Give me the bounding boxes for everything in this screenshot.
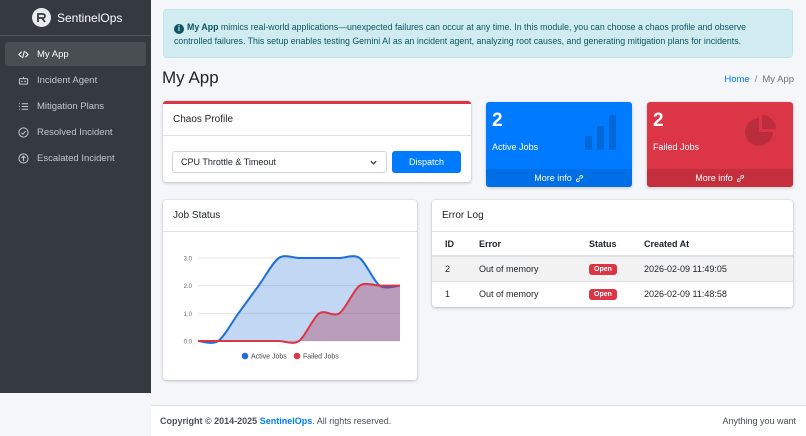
breadcrumb-current: My App: [762, 74, 794, 85]
check-circle-icon: [18, 126, 29, 138]
pie-chart-icon: [745, 115, 776, 146]
more-info-label: More info: [695, 173, 733, 183]
info-icon: i: [174, 24, 184, 34]
dispatch-button[interactable]: Dispatch: [392, 151, 461, 173]
failed-jobs-more-info-link[interactable]: More info: [647, 169, 793, 187]
cell-error: Out of memory: [466, 280, 576, 306]
legend-marker-active-jobs: [241, 352, 249, 360]
y-tick-label: 3.0: [184, 257, 193, 263]
brand-name: SentinelOps: [57, 10, 123, 25]
link-icon: [736, 174, 744, 182]
footer-copyright-text: Copyright © 2014-2025: [160, 416, 258, 426]
sidebar-item-mitigation-plans[interactable]: Mitigation Plans: [5, 94, 146, 118]
column-header-error: Error: [466, 232, 576, 257]
sidebar-item-label: Mitigation Plans: [37, 100, 105, 112]
column-header-status: Status: [576, 232, 631, 257]
breadcrumb-separator: /: [754, 74, 758, 85]
sidebar: SentinelOps My App Incident Agent Mitiga…: [0, 0, 151, 393]
footer: Copyright © 2014-2025 SentinelOps. All r…: [151, 405, 806, 436]
y-tick-label: 1.0: [184, 312, 193, 318]
table-row[interactable]: 2 Out of memory Open 2026-02-09 11:49:05: [432, 255, 793, 281]
cell-created-at: 2026-02-09 11:48:58: [631, 280, 793, 306]
error-log-table: ID Error Status Created At 2 Out of memo…: [432, 232, 793, 306]
job-status-title: Job Status: [163, 200, 417, 232]
legend-marker-failed-jobs: [293, 352, 301, 360]
y-tick-label: 2.0: [184, 284, 193, 290]
cell-id: 1: [432, 280, 466, 306]
sidebar-item-resolved-incident[interactable]: Resolved Incident: [5, 120, 146, 144]
arrow-up-circle-icon: [18, 152, 29, 164]
error-log-card: Error Log ID Error Status Created At 2 O…: [432, 200, 793, 307]
failed-jobs-box: 2 Failed Jobs More info: [647, 102, 793, 187]
chaos-profile-selected: CPU Throttle & Timeout: [181, 157, 276, 167]
y-tick-label: 0.0: [184, 340, 193, 346]
cell-id: 2: [432, 255, 466, 281]
active-jobs-count: 2: [492, 110, 503, 131]
footer-copyright: Copyright © 2014-2025 SentinelOps. All r…: [160, 416, 391, 426]
page-title: My App: [162, 68, 219, 87]
chaos-profile-card: Chaos Profile CPU Throttle & Timeout Dis…: [163, 101, 471, 182]
bar-chart-icon: [585, 115, 616, 150]
link-icon: [575, 174, 583, 182]
breadcrumb-home-link[interactable]: Home: [724, 74, 749, 85]
sidebar-item-label: My App: [37, 48, 69, 60]
brand[interactable]: SentinelOps: [0, 0, 151, 36]
sidebar-item-escalated-incident[interactable]: Escalated Incident: [5, 146, 146, 170]
brand-logo-icon: [32, 8, 51, 27]
sidebar-nav: My App Incident Agent Mitigation Plans R…: [0, 36, 151, 178]
alert-strong: My App: [187, 22, 219, 32]
list-icon: [18, 102, 29, 110]
alert-text: mimics real-world applications—unexpecte…: [174, 22, 747, 46]
info-alert: i My App mimics real-world applications—u…: [163, 9, 793, 58]
breadcrumb: Home / My App: [724, 74, 794, 85]
footer-brand-link[interactable]: SentinelOps: [260, 416, 313, 426]
failed-jobs-label: Failed Jobs: [653, 142, 700, 152]
column-header-id: ID: [432, 232, 466, 257]
chaos-profile-title: Chaos Profile: [163, 104, 471, 136]
sidebar-item-label: Resolved Incident: [37, 126, 113, 138]
column-header-created-at: Created At: [631, 232, 793, 257]
chevron-down-icon: [370, 160, 377, 165]
cell-created-at: 2026-02-09 11:49:05: [631, 255, 793, 281]
chaos-profile-select[interactable]: CPU Throttle & Timeout: [172, 151, 387, 173]
sidebar-item-label: Incident Agent: [37, 74, 98, 86]
cell-status: Open: [576, 280, 631, 306]
active-jobs-label: Active Jobs: [492, 142, 539, 152]
robot-icon: [18, 76, 29, 85]
job-status-chart: 0.0 1.0 2.0 3.0 Active Jobs Failed Jobs: [184, 255, 401, 361]
code-icon: [18, 50, 29, 58]
active-jobs-more-info-link[interactable]: More info: [486, 169, 632, 187]
cell-status: Open: [576, 255, 631, 281]
sidebar-item-my-app[interactable]: My App: [5, 42, 146, 66]
sidebar-item-label: Escalated Incident: [37, 152, 115, 164]
job-status-card: Job Status 0.0 1.0 2.0 3.0 Active Jobs Failed…: [163, 200, 417, 380]
sidebar-item-incident-agent[interactable]: Incident Agent: [5, 68, 146, 92]
active-jobs-box: 2 Active Jobs More info: [486, 102, 632, 187]
more-info-label: More info: [534, 173, 572, 183]
legend-label-active-jobs[interactable]: Active Jobs: [251, 354, 287, 361]
status-badge: Open: [589, 263, 617, 275]
failed-jobs-count: 2: [653, 110, 664, 131]
status-badge: Open: [589, 288, 617, 300]
table-header-row: ID Error Status Created At: [432, 232, 793, 257]
footer-right-text: Anything you want: [722, 416, 796, 426]
table-row[interactable]: 1 Out of memory Open 2026-02-09 11:48:58: [432, 280, 793, 306]
cell-error: Out of memory: [466, 255, 576, 281]
footer-rights: . All rights reserved.: [312, 416, 392, 426]
error-log-title: Error Log: [432, 200, 793, 232]
legend-label-failed-jobs[interactable]: Failed Jobs: [303, 354, 339, 361]
